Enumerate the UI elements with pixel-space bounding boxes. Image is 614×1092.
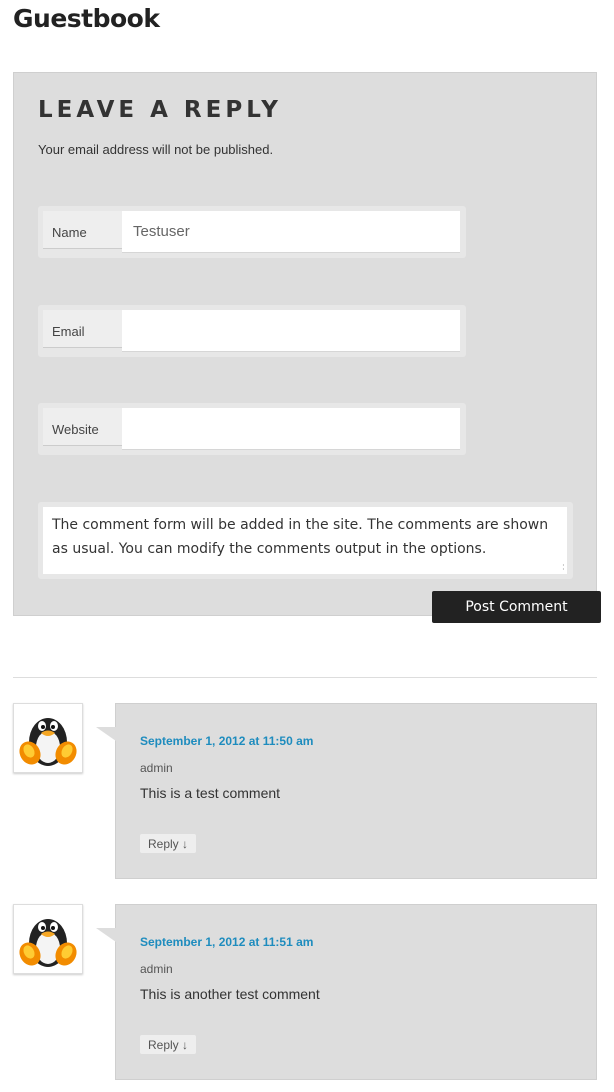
penguin-avatar-icon — [13, 703, 83, 773]
comment-field-group: The comment form will be added in the si… — [38, 502, 573, 579]
comment-textarea[interactable]: The comment form will be added in the si… — [43, 507, 567, 574]
website-field-group: Website — [38, 403, 466, 455]
comment-arrow — [96, 727, 116, 741]
comment-text: This is a test comment — [140, 785, 281, 801]
comment-date-link[interactable]: September 1, 2012 at 11:51 am — [140, 935, 313, 949]
divider — [13, 677, 597, 678]
email-field-group: Email — [38, 305, 466, 357]
email-input[interactable] — [122, 310, 460, 352]
comment-text: This is another test comment — [140, 986, 320, 1002]
comment-body: September 1, 2012 at 11:50 am admin This… — [96, 703, 597, 879]
comment-item: September 1, 2012 at 11:51 am admin This… — [13, 904, 597, 1080]
website-label: Website — [43, 408, 122, 446]
name-field-group: Name — [38, 206, 466, 258]
penguin-avatar-icon — [13, 904, 83, 974]
comment-body: September 1, 2012 at 11:51 am admin This… — [96, 904, 597, 1080]
page-title: Guestbook — [13, 4, 160, 33]
reply-note: Your email address will not be published… — [38, 142, 274, 157]
website-input[interactable] — [122, 408, 460, 450]
comment-arrow — [96, 928, 116, 942]
comment-author: admin — [140, 761, 173, 775]
comment-author: admin — [140, 962, 173, 976]
comment-item: September 1, 2012 at 11:50 am admin This… — [13, 703, 597, 879]
resize-grip-icon[interactable]: ⠨ — [560, 565, 565, 572]
name-label: Name — [43, 211, 122, 249]
email-label: Email — [43, 310, 122, 348]
post-comment-button[interactable]: Post Comment — [432, 591, 601, 623]
reply-button[interactable]: Reply ↓ — [140, 834, 197, 853]
reply-heading: LEAVE A REPLY — [38, 97, 282, 123]
reply-form: LEAVE A REPLY Your email address will no… — [13, 72, 597, 616]
comment-date-link[interactable]: September 1, 2012 at 11:50 am — [140, 734, 313, 748]
reply-button[interactable]: Reply ↓ — [140, 1035, 197, 1054]
name-input[interactable] — [122, 211, 460, 253]
